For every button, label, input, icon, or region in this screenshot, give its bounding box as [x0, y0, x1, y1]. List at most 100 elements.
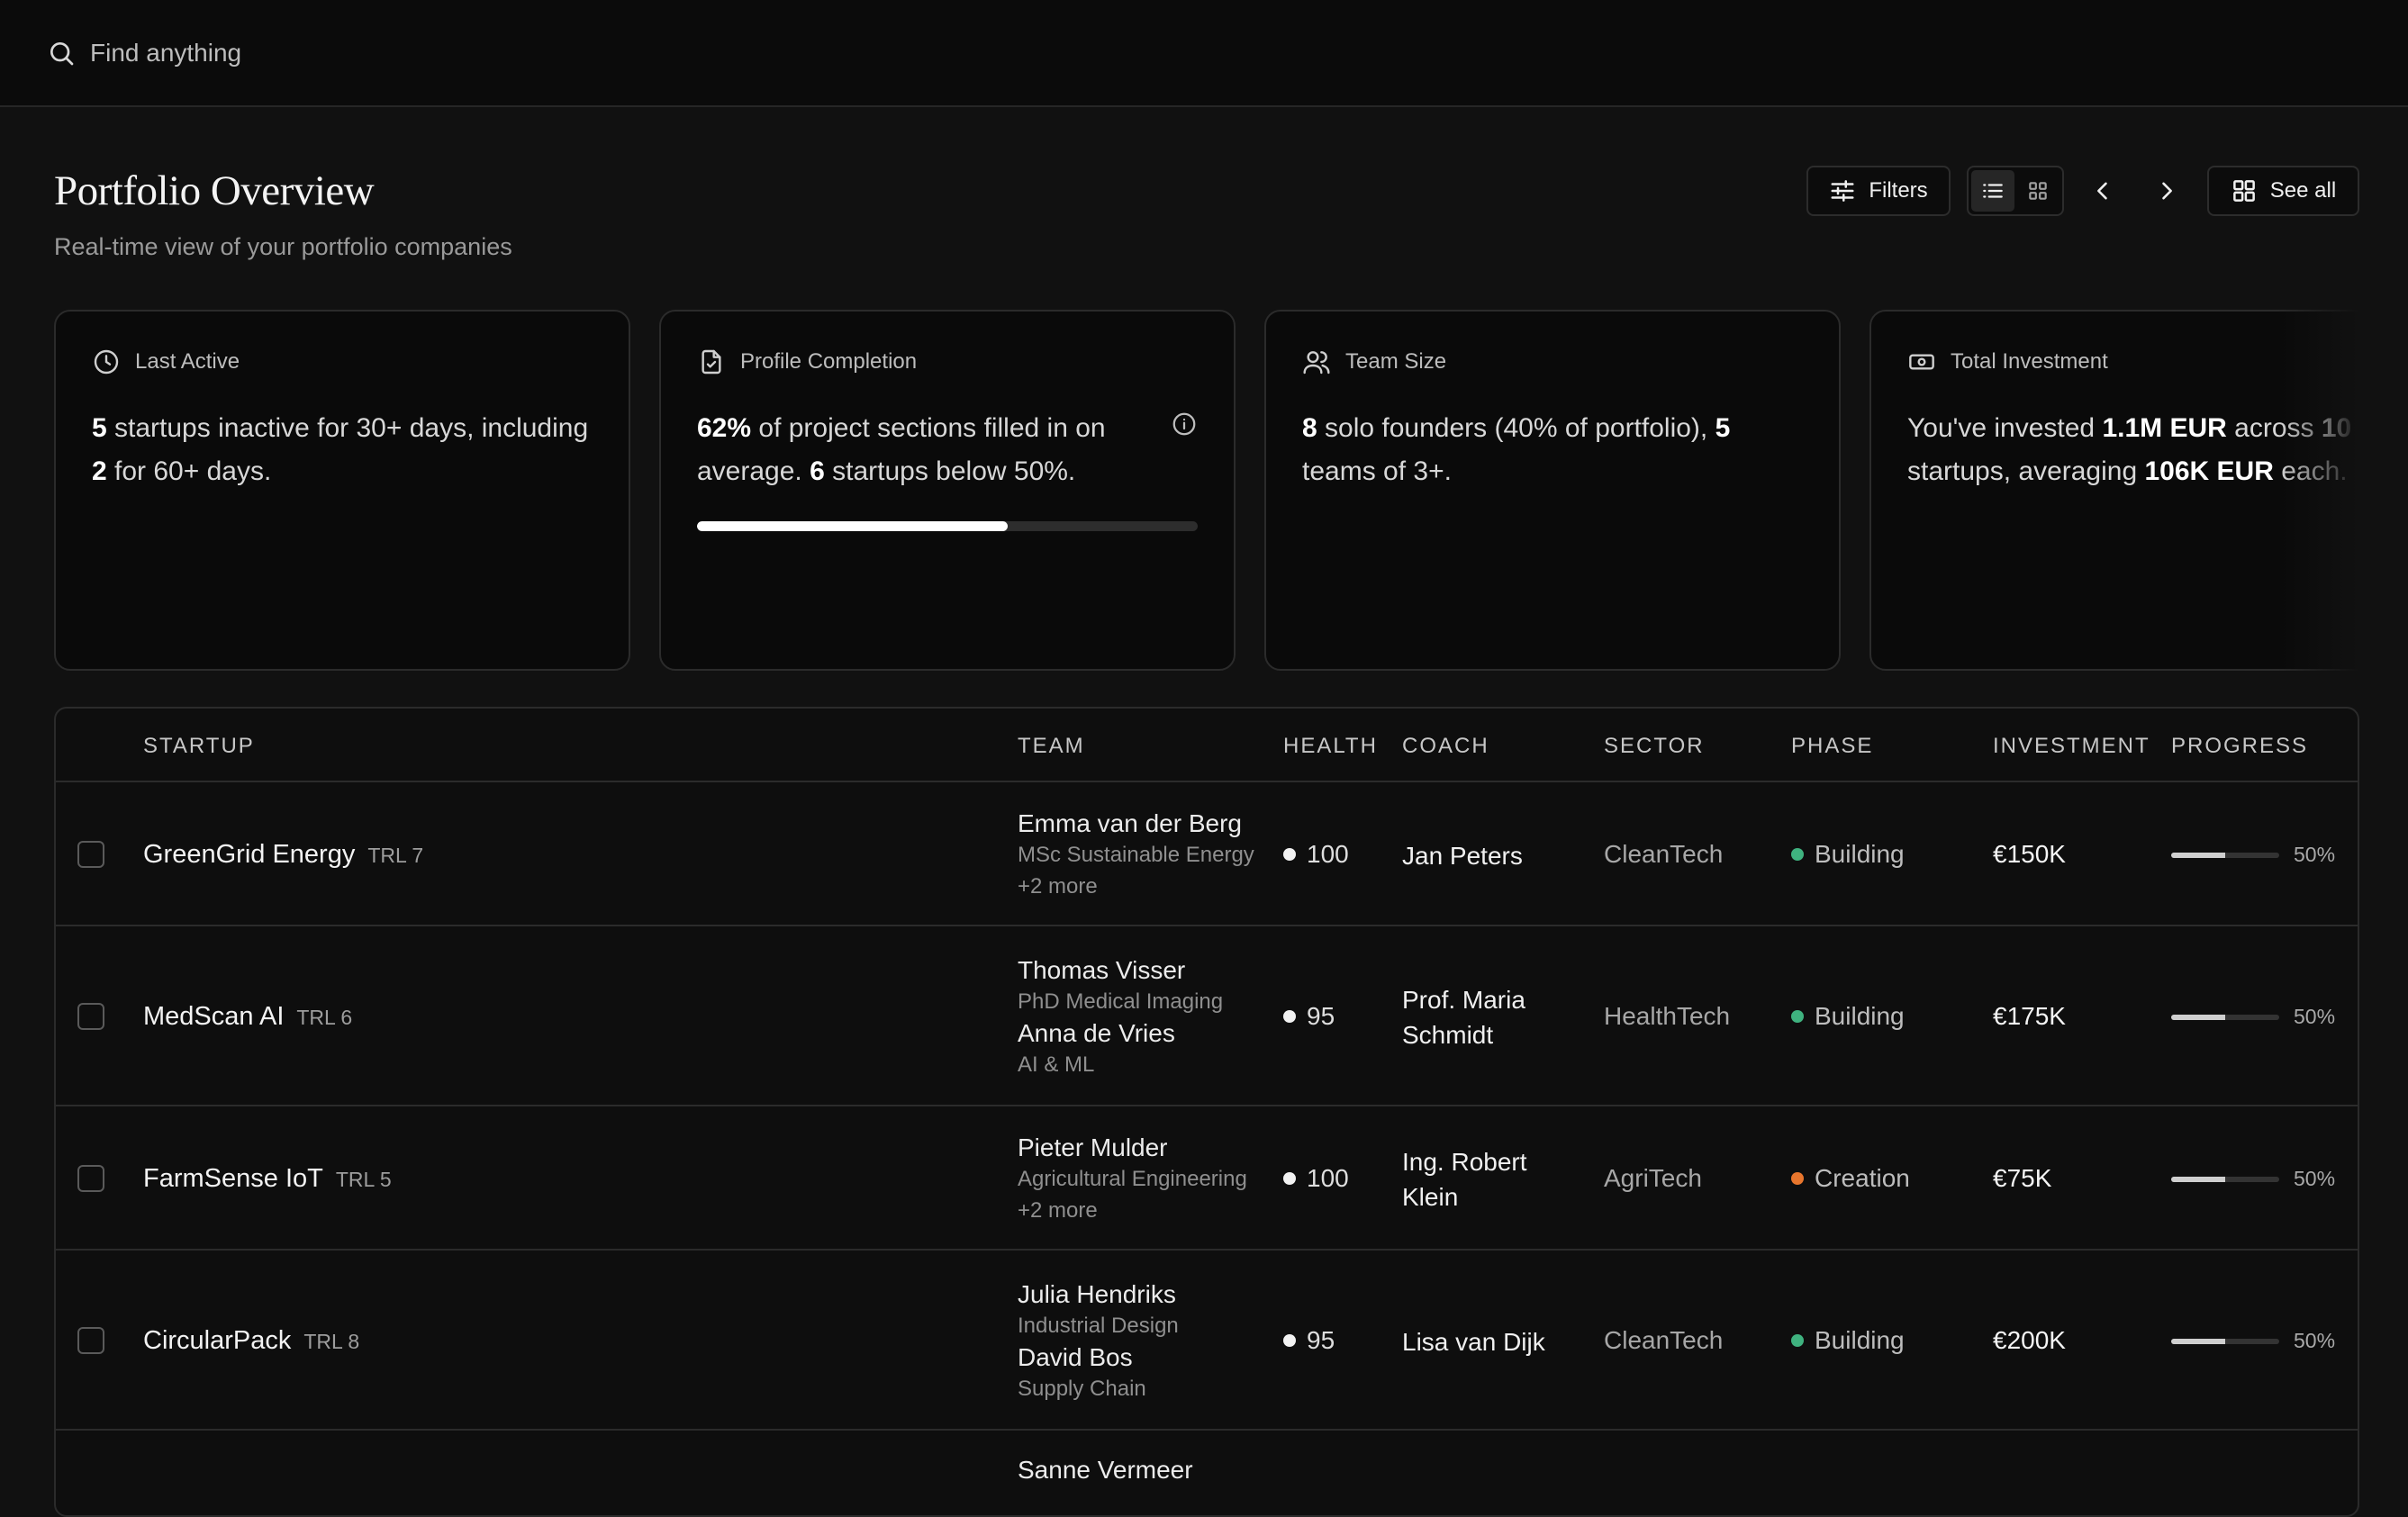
column-team[interactable]: TEAM: [1018, 734, 1085, 759]
startup-name[interactable]: CircularPack: [143, 1326, 291, 1355]
team-member-name: Sanne Vermeer: [1018, 1456, 1193, 1484]
card-text-segment: You've invested: [1907, 413, 2103, 443]
progress-percent: 50%: [2294, 843, 2336, 866]
column-coach[interactable]: COACH: [1402, 734, 1489, 759]
filters-button[interactable]: Filters: [1806, 166, 1951, 216]
team-member-name: Emma van der Berg: [1018, 809, 1242, 837]
phase-status-dot: [1791, 1010, 1804, 1023]
card-team-size[interactable]: Team Size 8 solo founders (40% of portfo…: [1264, 310, 1841, 671]
phase-cell: Building: [1791, 1326, 1905, 1355]
progress-track: [2171, 852, 2279, 858]
row-checkbox[interactable]: [77, 1327, 104, 1354]
progress-track: [2171, 1176, 2279, 1182]
coach-name-line: Prof. Maria: [1402, 986, 1525, 1014]
card-title: Team Size: [1345, 349, 1447, 374]
card-text-segment: startups inactive for 30+ days, includin…: [106, 413, 589, 443]
team-member-role: AI & ML: [1018, 1052, 1095, 1077]
phase-status-dot: [1791, 848, 1804, 861]
sector-cell: CleanTech: [1604, 1326, 1724, 1354]
team-cell: Thomas Visser PhD Medical Imaging Anna de …: [1018, 954, 1223, 1080]
team-member-role: Agricultural Engineering: [1018, 1167, 1247, 1191]
startup-name[interactable]: MedScan AI: [143, 1002, 284, 1031]
card-title: Total Investment: [1951, 349, 2108, 374]
card-text-segment: across: [2226, 413, 2322, 443]
progress-percent: 50%: [2294, 1329, 2336, 1352]
health-dot: [1283, 1010, 1296, 1023]
progress-cell: 50%: [2171, 1329, 2335, 1353]
list-view-button[interactable]: [1971, 170, 2014, 212]
health-value: 100: [1307, 1164, 1349, 1192]
card-last-active[interactable]: Last Active 5 startups inactive for 30+ …: [54, 310, 630, 671]
team-more-link[interactable]: +2 more: [1018, 871, 1254, 903]
insight-cards-carousel: Last Active 5 startups inactive for 30+ …: [54, 310, 2359, 671]
team-member-role: MSc Sustainable Energy: [1018, 843, 1254, 867]
filters-label: Filters: [1869, 178, 1928, 203]
table-row[interactable]: MedScan AI TRL 6 Thomas Visser PhD Medical …: [56, 928, 2358, 1106]
health-value: 95: [1307, 1326, 1335, 1354]
health-value: 100: [1307, 840, 1349, 868]
next-button[interactable]: [2144, 166, 2189, 216]
table-row[interactable]: FarmSense IoT TRL 5 Pieter Mulder Agricultu…: [56, 1108, 2358, 1251]
progress-fill: [2171, 1014, 2225, 1020]
startup-cell[interactable]: FarmSense IoT TRL 5: [143, 1164, 392, 1194]
phase-status-dot: [1791, 1334, 1804, 1347]
card-highlight: 5: [92, 413, 107, 443]
progress-fill: [2171, 852, 2225, 858]
team-member-name: Anna de Vries: [1018, 1019, 1175, 1047]
grid-view-button[interactable]: [2016, 170, 2059, 212]
progress-percent: 50%: [2294, 1167, 2336, 1190]
card-profile-completion[interactable]: Profile Completion 62% of project sectio…: [659, 310, 1236, 671]
coach-name-line: Klein: [1402, 1183, 1459, 1211]
card-text: 62% of project sections filled in on ave…: [697, 407, 1198, 493]
sliders-icon: [1831, 180, 1854, 202]
row-checkbox[interactable]: [77, 841, 104, 868]
column-startup[interactable]: STARTUP: [143, 734, 255, 759]
column-investment[interactable]: INVESTMENT: [1993, 734, 2150, 759]
team-cell: Julia Hendriks Industrial Design David Bos…: [1018, 1278, 1179, 1404]
search-input[interactable]: [90, 38, 901, 68]
card-title: Profile Completion: [740, 349, 918, 374]
startup-name[interactable]: FarmSense IoT: [143, 1164, 323, 1193]
previous-button[interactable]: [2080, 166, 2125, 216]
card-text-segment: for 60+ days.: [106, 456, 272, 486]
team-more-link[interactable]: +2 more: [1018, 1195, 1247, 1227]
table-row[interactable]: Sanne Vermeer: [56, 1432, 2358, 1515]
row-checkbox[interactable]: [77, 1165, 104, 1192]
column-progress[interactable]: PROGRESS: [2171, 734, 2308, 759]
card-total-investment[interactable]: Total Investment You've invested 1.1M EU…: [1869, 310, 2359, 671]
card-text-segment: each.: [2273, 456, 2348, 486]
card-highlight: 10: [2321, 413, 2352, 443]
info-icon[interactable]: [1171, 411, 1198, 438]
list-icon: [1983, 184, 2003, 198]
startup-name[interactable]: GreenGrid Energy: [143, 840, 355, 869]
banknote-icon: [1909, 354, 1934, 370]
startup-cell[interactable]: CircularPack TRL 8: [143, 1326, 359, 1356]
coach-name-line: Ing. Robert: [1402, 1148, 1527, 1176]
see-all-label: See all: [2269, 178, 2337, 203]
column-phase[interactable]: PHASE: [1791, 734, 1873, 759]
see-all-button[interactable]: See all: [2207, 166, 2359, 216]
trl-badge: TRL 5: [335, 1168, 392, 1191]
progress-track: [2171, 1014, 2279, 1020]
row-checkbox[interactable]: [77, 1003, 104, 1030]
startup-cell[interactable]: MedScan AI TRL 6: [143, 1002, 352, 1032]
trl-badge: TRL 7: [367, 844, 424, 867]
phase-cell: Creation: [1791, 1164, 1910, 1193]
progress-fill: [2171, 1338, 2225, 1344]
card-highlight: 6: [810, 456, 825, 486]
table-header: STARTUP TEAM HEALTH COACH SECTOR PHASE I…: [56, 709, 2358, 782]
startup-cell[interactable]: GreenGrid Energy TRL 7: [143, 840, 423, 870]
document-check-icon: [702, 349, 721, 375]
sector-cell: AgriTech: [1604, 1164, 1702, 1192]
coach-name-line: Schmidt: [1402, 1021, 1494, 1049]
table-row[interactable]: GreenGrid Energy TRL 7 Emma van der Berg MS…: [56, 784, 2358, 926]
card-text: 8 solo founders (40% of portfolio), 5 te…: [1302, 407, 1803, 493]
progress-fill: [2171, 1176, 2225, 1182]
card-text: You've invested 1.1M EUR across 10 start…: [1907, 407, 2359, 493]
table-row[interactable]: CircularPack TRL 8 Julia Hendriks Industria…: [56, 1252, 2358, 1431]
phase-cell: Building: [1791, 840, 1905, 869]
column-health[interactable]: HEALTH: [1283, 734, 1378, 759]
progress-cell: 50%: [2171, 843, 2335, 867]
column-sector[interactable]: SECTOR: [1604, 734, 1705, 759]
health-score: 95: [1283, 1002, 1335, 1031]
